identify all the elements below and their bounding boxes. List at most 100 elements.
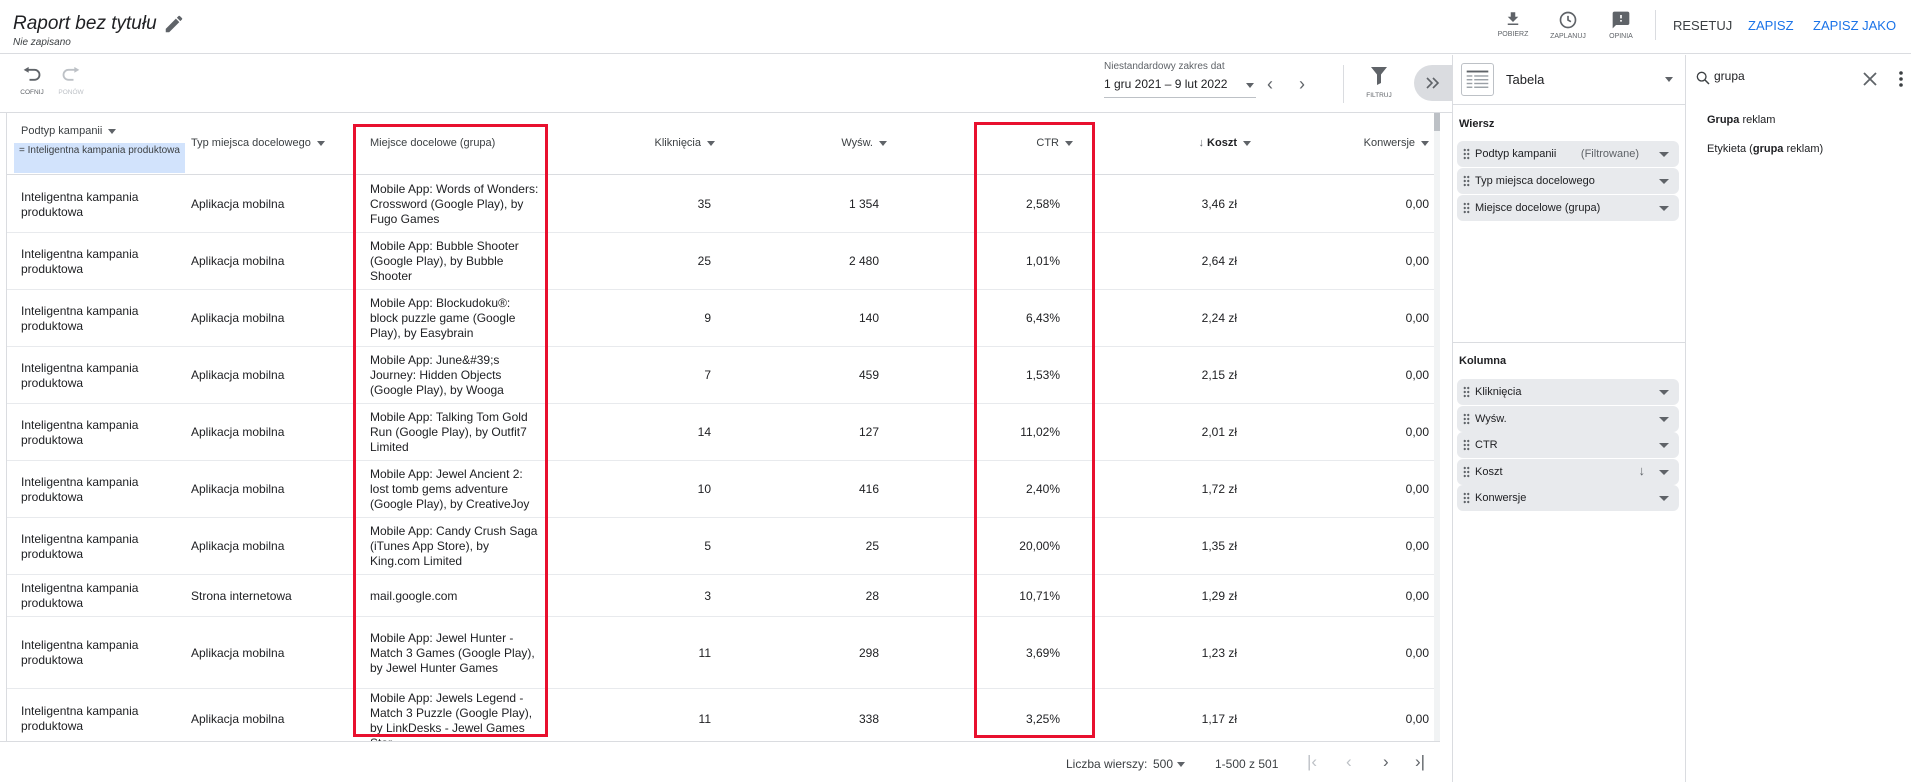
- visualization-dropdown-icon[interactable]: [1665, 77, 1673, 82]
- chip-dropdown-icon[interactable]: [1659, 179, 1669, 184]
- chip-label: Typ miejsca docelowego: [1475, 175, 1595, 187]
- search-result[interactable]: Etykieta (grupa reklam): [1707, 143, 1823, 155]
- chip-dropdown-icon[interactable]: [1659, 390, 1669, 395]
- column-header-label: Konwersje: [1363, 137, 1415, 149]
- cell-conversions: 0,00: [1405, 425, 1429, 439]
- redo-button[interactable]: PONÓW: [51, 66, 91, 96]
- chip-dropdown-icon[interactable]: [1659, 206, 1669, 211]
- column-header-podtyp[interactable]: Podtyp kampanii: [21, 125, 117, 137]
- field-search-input[interactable]: grupa: [1714, 69, 1745, 83]
- feedback-button[interactable]: OPINIA: [1596, 10, 1646, 40]
- previous-period-icon[interactable]: ‹: [1267, 75, 1273, 93]
- cell-placement-type: Aplikacja mobilna: [191, 482, 285, 496]
- cell-clicks: 25: [697, 254, 711, 268]
- sort-caret-icon: [707, 140, 715, 146]
- save-as-button[interactable]: ZAPISZ JAKO: [1813, 18, 1896, 33]
- chip-dropdown-icon[interactable]: [1659, 443, 1669, 448]
- table-row[interactable]: Inteligentna kampania produktowa Aplikacj…: [7, 461, 1440, 518]
- table-header: Podtyp kampanii = Inteligentna kampania …: [7, 113, 1440, 175]
- table-scrollbar[interactable]: [1434, 113, 1440, 741]
- campaign-filter-chip[interactable]: = Inteligentna kampania produktowa: [14, 143, 185, 173]
- cell-placement-type: Aplikacja mobilna: [191, 197, 285, 211]
- column-header-typ[interactable]: Typ miejsca docelowego: [191, 137, 325, 149]
- save-button[interactable]: ZAPISZ: [1748, 18, 1794, 33]
- column-metric-chip[interactable]: Wyśw.: [1457, 405, 1679, 432]
- column-metric-chip[interactable]: CTR: [1457, 432, 1679, 458]
- cell-conversions: 0,00: [1405, 254, 1429, 268]
- table-row[interactable]: Inteligentna kampania produktowa Aplikacj…: [7, 347, 1440, 404]
- search-result-match: grupa: [1752, 143, 1784, 155]
- sort-caret-icon: [316, 140, 325, 146]
- row-dimension-chip[interactable]: Typ miejsca docelowego: [1457, 168, 1679, 194]
- config-divider: [1453, 342, 1686, 343]
- drag-handle-icon[interactable]: [1463, 148, 1470, 160]
- chip-label: Konwersje: [1475, 492, 1527, 504]
- table-row[interactable]: Inteligentna kampania produktowa Aplikacj…: [7, 176, 1440, 233]
- drag-handle-icon[interactable]: [1463, 412, 1470, 425]
- column-header-klikniecia[interactable]: Kliknięcia: [655, 137, 715, 149]
- drag-handle-icon[interactable]: [1463, 175, 1470, 187]
- table-row[interactable]: Inteligentna kampania produktowa Strona i…: [7, 575, 1440, 617]
- undo-button[interactable]: COFNIJ: [12, 66, 52, 96]
- table-icon: [1461, 63, 1494, 96]
- edit-title-icon[interactable]: [163, 13, 185, 35]
- cell-campaign-subtype: Inteligentna kampania produktowa: [21, 532, 139, 561]
- table-row[interactable]: Inteligentna kampania produktowa Aplikacj…: [7, 689, 1440, 741]
- report-title[interactable]: Raport bez tytułu: [13, 13, 157, 35]
- reset-button[interactable]: RESETUJ: [1673, 18, 1732, 33]
- cell-impressions: 25: [865, 539, 879, 553]
- chip-dropdown-icon[interactable]: [1659, 496, 1669, 501]
- sort-caret-icon: [1243, 140, 1251, 146]
- table-row[interactable]: Inteligentna kampania produktowa Aplikacj…: [7, 404, 1440, 461]
- table-row[interactable]: Inteligentna kampania produktowa Aplikacj…: [7, 617, 1440, 689]
- cell-cost: 3,46 zł: [1201, 197, 1237, 211]
- chip-label: Podtyp kampanii: [1475, 148, 1557, 160]
- collapse-panel-button[interactable]: [1414, 65, 1452, 101]
- rows-per-page-dropdown-icon[interactable]: [1177, 762, 1185, 767]
- schedule-button[interactable]: ZAPLANUJ: [1543, 10, 1593, 40]
- column-metric-chip[interactable]: Koszt ↓: [1457, 458, 1679, 485]
- row-dimension-chip[interactable]: Miejsce docelowe (grupa): [1457, 195, 1679, 221]
- first-page-icon[interactable]: |‹: [1307, 752, 1317, 772]
- chip-dropdown-icon[interactable]: [1659, 469, 1669, 475]
- cell-impressions: 298: [858, 646, 879, 660]
- next-period-icon[interactable]: ›: [1299, 75, 1305, 93]
- cell-conversions: 0,00: [1405, 368, 1429, 382]
- drag-handle-icon[interactable]: [1463, 492, 1470, 504]
- date-range-dropdown-icon[interactable]: [1246, 83, 1254, 88]
- search-result[interactable]: Grupa reklam: [1707, 114, 1775, 126]
- last-page-icon[interactable]: ›|: [1415, 752, 1425, 772]
- column-header-wysw[interactable]: Wyśw.: [841, 137, 887, 149]
- column-metric-chip[interactable]: Kliknięcia: [1457, 379, 1679, 405]
- drag-handle-icon[interactable]: [1463, 386, 1470, 398]
- previous-page-icon[interactable]: ‹: [1346, 752, 1352, 772]
- chip-dropdown-icon[interactable]: [1659, 152, 1669, 157]
- cell-clicks: 5: [704, 539, 711, 553]
- sort-descending-icon[interactable]: ↓: [1639, 463, 1646, 478]
- column-header-koszt[interactable]: ↓ Koszt: [1198, 137, 1251, 149]
- search-result-text: Etykieta (: [1707, 143, 1753, 155]
- table-row[interactable]: Inteligentna kampania produktowa Aplikacj…: [7, 233, 1440, 290]
- columns-section-label: Kolumna: [1459, 355, 1507, 367]
- rows-per-page-select[interactable]: 500: [1153, 757, 1173, 771]
- top-bar: Raport bez tytułu Nie zapisano POBIERZ Z…: [0, 0, 1911, 54]
- table-row[interactable]: Inteligentna kampania produktowa Aplikacj…: [7, 290, 1440, 347]
- column-metric-chip[interactable]: Konwersje: [1457, 485, 1679, 511]
- close-icon[interactable]: [1863, 72, 1877, 86]
- cell-campaign-subtype: Inteligentna kampania produktowa: [21, 247, 139, 276]
- drag-handle-icon[interactable]: [1463, 202, 1470, 214]
- visualization-selector[interactable]: Tabela: [1453, 55, 1686, 105]
- chip-dropdown-icon[interactable]: [1659, 416, 1669, 422]
- drag-handle-icon[interactable]: [1463, 439, 1470, 451]
- filter-icon: [1371, 67, 1387, 85]
- download-button[interactable]: POBIERZ: [1488, 10, 1538, 38]
- date-range-value[interactable]: 1 gru 2021 – 9 lut 2022: [1104, 77, 1227, 91]
- next-page-icon[interactable]: ›: [1383, 752, 1389, 772]
- table-row[interactable]: Inteligentna kampania produktowa Aplikacj…: [7, 518, 1440, 575]
- column-header-konwersje[interactable]: Konwersje: [1364, 137, 1429, 149]
- more-vert-icon[interactable]: [1899, 71, 1903, 87]
- scrollbar-thumb[interactable]: [1434, 113, 1440, 131]
- filter-button[interactable]: FILTRUJ: [1359, 67, 1399, 99]
- drag-handle-icon[interactable]: [1463, 465, 1470, 478]
- row-dimension-chip[interactable]: Podtyp kampanii (Filtrowane): [1457, 141, 1679, 167]
